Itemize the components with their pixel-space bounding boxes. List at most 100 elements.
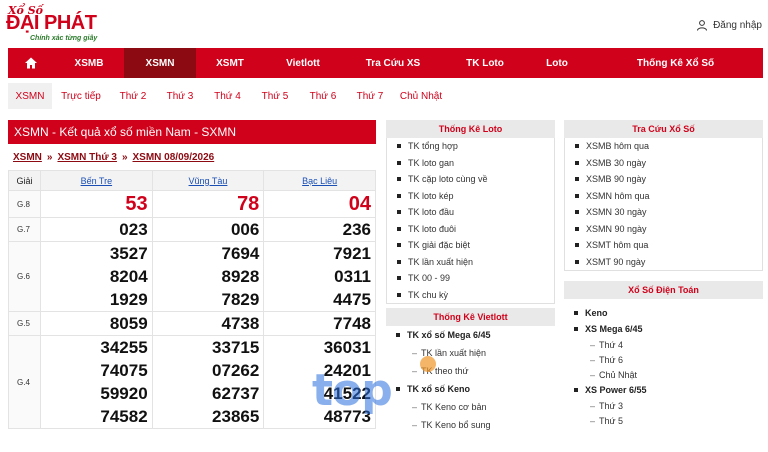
subnav-xsmn[interactable]: XSMN: [8, 83, 52, 109]
prize-label: G.6: [8, 241, 41, 312]
sub-list-item[interactable]: – TK Keno bổ sung: [386, 416, 555, 434]
list-group-label: TK xổ số Keno: [407, 384, 471, 394]
subnav-thu-5[interactable]: Thứ 5: [251, 83, 299, 109]
sub-list-item[interactable]: – TK lần xuất hiện: [386, 344, 555, 362]
subnav-chu-nhat[interactable]: Chủ Nhật: [393, 83, 449, 109]
list-item-label: TK cặp loto cùng về: [408, 174, 488, 185]
thong-ke-loto-title: Thống Kê Loto: [386, 120, 555, 138]
nav-vietlott[interactable]: Vietlott: [264, 48, 342, 78]
list-item[interactable]: XSMT hôm qua: [565, 237, 762, 254]
prize-cell: 4738: [151, 311, 265, 336]
list-group-label: Keno: [585, 308, 608, 318]
list-item[interactable]: TK giải đặc biệt: [387, 237, 554, 254]
list-group-header[interactable]: TK xổ số Keno: [386, 380, 555, 398]
province-ben-tre[interactable]: Bến Tre: [40, 170, 153, 191]
home-button[interactable]: [8, 48, 54, 78]
breadcrumb-xsmn[interactable]: XSMN: [13, 152, 42, 163]
province-vung-tau[interactable]: Vũng Tàu: [151, 170, 265, 191]
list-group-label: XS Power 6/55: [585, 385, 647, 395]
list-item[interactable]: XSMN 90 ngày: [565, 221, 762, 238]
login-link[interactable]: Đăng nhập: [696, 19, 762, 31]
table-row: G.8 53 78 04: [8, 190, 376, 218]
list-item[interactable]: TK cặp loto cùng về: [387, 171, 554, 188]
list-item[interactable]: TK loto đuôi: [387, 221, 554, 238]
list-item[interactable]: XSMB 90 ngày: [565, 171, 762, 188]
nav-loto[interactable]: Loto: [526, 48, 588, 78]
subnav-thu-3[interactable]: Thứ 3: [156, 83, 204, 109]
sub-list-item-label: Thứ 6: [599, 354, 624, 365]
nav-tra-cuu[interactable]: Tra Cứu XS: [342, 48, 444, 78]
list-item[interactable]: XSMB hôm qua: [565, 138, 762, 155]
lottery-number: 7694: [221, 244, 260, 263]
list-item[interactable]: XSMT 90 ngày: [565, 254, 762, 271]
sub-list-item[interactable]: – Thứ 4: [564, 337, 763, 352]
bullet-icon: [397, 276, 401, 281]
prize-cell: 04: [263, 190, 376, 218]
bullet-icon: [397, 177, 401, 182]
list-item[interactable]: XSMB 30 ngày: [565, 155, 762, 172]
list-group-header[interactable]: XS Mega 6/45: [564, 321, 763, 337]
prize-cell: 023: [40, 217, 153, 242]
prize-cell: 3527 8204 1929: [40, 241, 153, 312]
home-icon: [25, 57, 37, 69]
list-item[interactable]: TK tổng hợp: [387, 138, 554, 155]
list-group-header[interactable]: Keno: [564, 305, 763, 321]
thong-ke-loto-list: TK tổng hợp TK loto gan TK cặp loto cùng v…: [386, 138, 555, 304]
logo-name: ĐẠI PHÁT: [6, 12, 97, 34]
subnav-thu-4[interactable]: Thứ 4: [204, 83, 251, 109]
lottery-number: 36031: [323, 338, 371, 357]
sub-list-item[interactable]: – TK theo thứ: [386, 362, 555, 380]
breadcrumb-xsmn-thu3[interactable]: XSMN Thứ 3: [57, 152, 116, 163]
sub-list-item[interactable]: – Thứ 5: [564, 413, 763, 428]
right-column: Tra Cứu Xổ Số XSMB hôm qua XSMB 30 ngày XS…: [564, 120, 763, 428]
list-item[interactable]: TK lần xuất hiện: [387, 254, 554, 271]
subnav-thu-7[interactable]: Thứ 7: [347, 83, 393, 109]
sub-list-item[interactable]: – TK Keno cơ bản: [386, 398, 555, 416]
lottery-number: 53: [125, 193, 148, 215]
lottery-number: 8928: [221, 267, 260, 286]
list-item-label: XSMB 30 ngày: [586, 157, 647, 168]
list-item-label: XSMN hôm qua: [586, 190, 650, 201]
lottery-number: 8204: [109, 267, 148, 286]
sub-nav: XSMN Trực tiếp Thứ 2 Thứ 3 Thứ 4 Thứ 5 T…: [8, 82, 763, 110]
site-logo[interactable]: Xổ Số ĐẠI PHÁT Chính xác từng giây: [6, 4, 116, 44]
bullet-icon: [575, 226, 579, 231]
sub-list-item[interactable]: – Chủ Nhật: [564, 367, 763, 382]
bullet-icon: [575, 259, 579, 264]
subnav-truc-tiep[interactable]: Trực tiếp: [52, 83, 110, 109]
list-item[interactable]: TK 00 - 99: [387, 270, 554, 287]
bullet-icon: [396, 387, 400, 391]
bullet-icon: [397, 226, 401, 231]
list-item[interactable]: TK loto kép: [387, 188, 554, 205]
list-item[interactable]: TK loto gan: [387, 155, 554, 172]
prize-cell: 8059: [40, 311, 153, 336]
subnav-thu-2[interactable]: Thứ 2: [110, 83, 156, 109]
list-group-header[interactable]: TK xổ số Mega 6/45: [386, 326, 555, 344]
nav-tk-loto[interactable]: TK Loto: [444, 48, 526, 78]
nav-xsmn[interactable]: XSMN: [124, 48, 196, 78]
list-item[interactable]: TK loto đầu: [387, 204, 554, 221]
list-item[interactable]: XSMN hôm qua: [565, 188, 762, 205]
list-item-label: XSMB 90 ngày: [586, 174, 647, 185]
sub-list-item[interactable]: – Thứ 3: [564, 398, 763, 413]
list-item[interactable]: TK chu kỳ: [387, 287, 554, 304]
dash-icon: –: [412, 420, 418, 430]
province-bac-lieu[interactable]: Bạc Liêu: [263, 170, 376, 191]
prize-cell: 7694 8928 7829: [151, 241, 265, 312]
bullet-icon: [397, 193, 401, 198]
result-title: XSMN - Kết quả xổ số miền Nam - SXMN: [8, 120, 376, 144]
breadcrumb-date[interactable]: XSMN 08/09/2026: [133, 152, 215, 163]
lottery-number: 33715: [212, 338, 260, 357]
lottery-number: 006: [230, 220, 260, 239]
sub-list-item[interactable]: – Thứ 6: [564, 352, 763, 367]
subnav-thu-6[interactable]: Thứ 6: [299, 83, 347, 109]
nav-thong-ke[interactable]: Thống Kê Xổ Số: [588, 48, 763, 78]
bullet-icon: [575, 144, 579, 149]
bullet-icon: [397, 210, 401, 215]
list-group-header[interactable]: XS Power 6/55: [564, 382, 763, 398]
sub-list-item-label: Thứ 3: [599, 400, 624, 411]
nav-xsmb[interactable]: XSMB: [54, 48, 124, 78]
nav-xsmt[interactable]: XSMT: [196, 48, 264, 78]
list-item[interactable]: XSMN 30 ngày: [565, 204, 762, 221]
list-group-label: TK xổ số Mega 6/45: [407, 330, 491, 340]
